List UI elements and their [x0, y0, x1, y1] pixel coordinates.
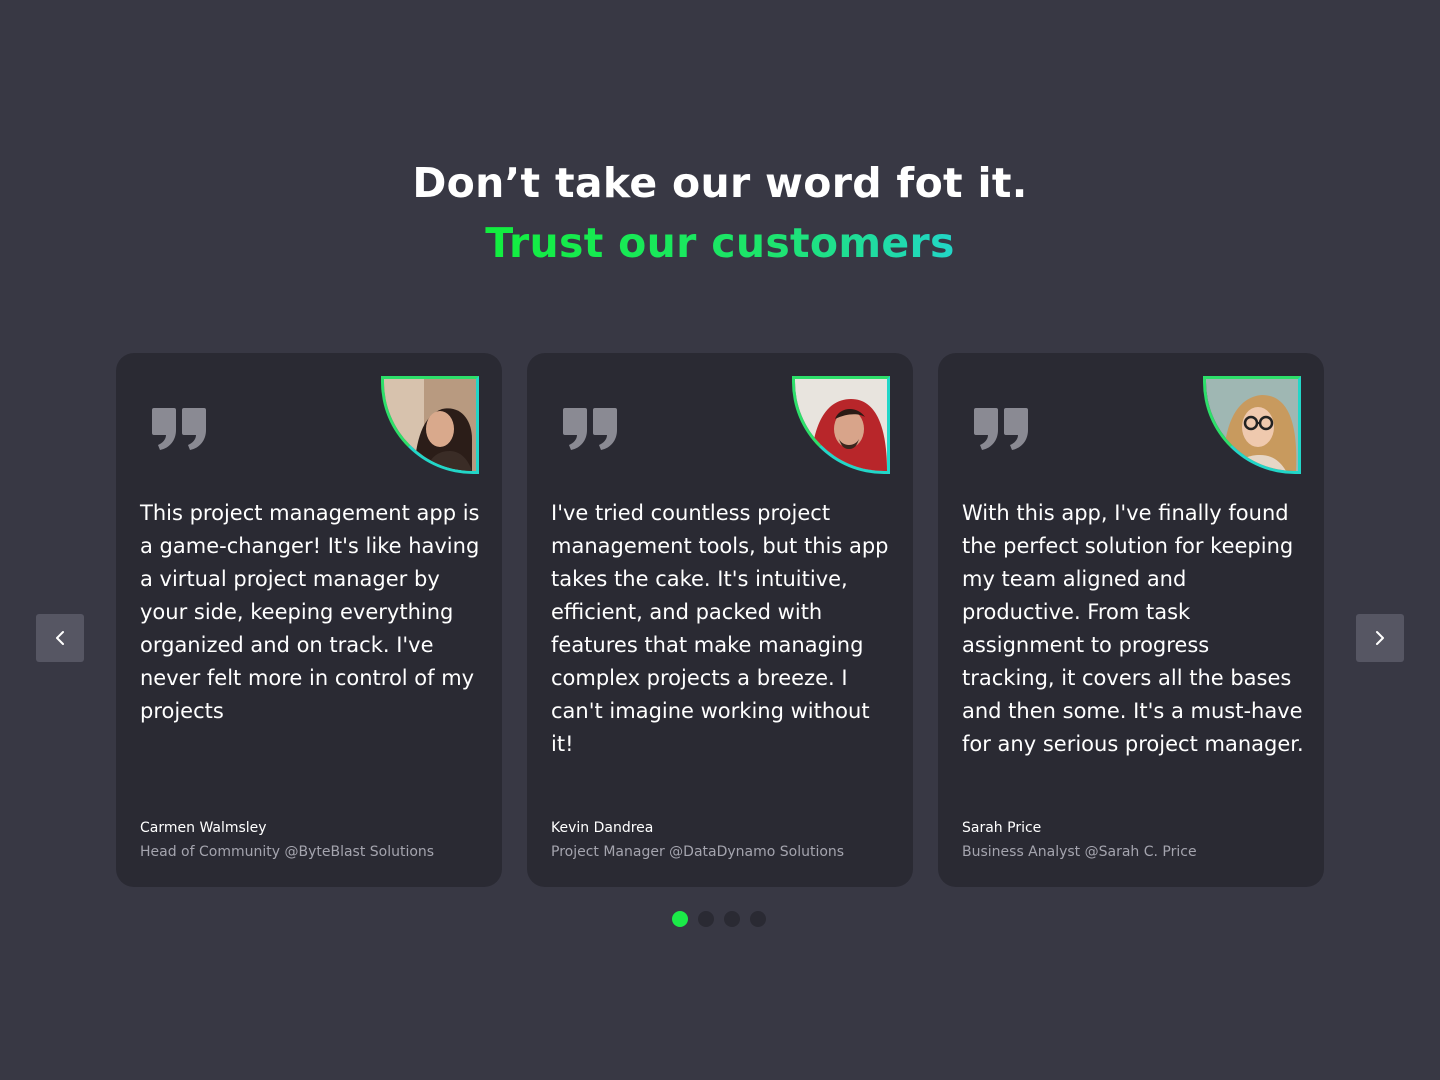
avatar [1203, 376, 1301, 474]
pagination-dot[interactable] [724, 911, 740, 927]
testimonial-quote: This project management app is a game-ch… [140, 501, 480, 723]
chevron-right-icon [1376, 631, 1384, 645]
testimonial-card: With this app, I've finally found the pe… [938, 353, 1324, 887]
author-role: Project Manager @DataDynamo Solutions [551, 844, 845, 860]
carousel-next-button[interactable] [1356, 614, 1404, 662]
author-role: Business Analyst @Sarah C. Price [962, 844, 1197, 860]
section-title: Don’t take our word fot it. [412, 159, 1028, 207]
testimonial-card: I've tried countless project management … [527, 353, 913, 887]
quote-icon [563, 408, 619, 454]
quote-icon [974, 408, 1030, 454]
quote-icon [152, 408, 208, 454]
testimonial-quote: With this app, I've finally found the pe… [962, 501, 1304, 756]
avatar [381, 376, 479, 474]
avatar [792, 376, 890, 474]
pagination-dot[interactable] [698, 911, 714, 927]
carousel-pagination [672, 911, 766, 927]
testimonial-quote: I've tried countless project management … [551, 501, 889, 756]
author-name: Kevin Dandrea [551, 820, 654, 836]
section-subtitle-text: Trust our customers [485, 219, 955, 267]
author-role: Head of Community @ByteBlast Solutions [140, 844, 435, 860]
chevron-left-icon [56, 631, 64, 645]
pagination-dot[interactable] [672, 911, 688, 927]
carousel-prev-button[interactable] [36, 614, 84, 662]
author-name: Sarah Price [962, 820, 1042, 836]
testimonial-card: This project management app is a game-ch… [116, 353, 502, 887]
pagination-dot[interactable] [750, 911, 766, 927]
author-name: Carmen Walmsley [140, 820, 267, 836]
section-subtitle: Trust our customers [0, 216, 1440, 270]
testimonials-section: Don’t take our word fot it. Trust our cu… [0, 0, 1440, 1080]
